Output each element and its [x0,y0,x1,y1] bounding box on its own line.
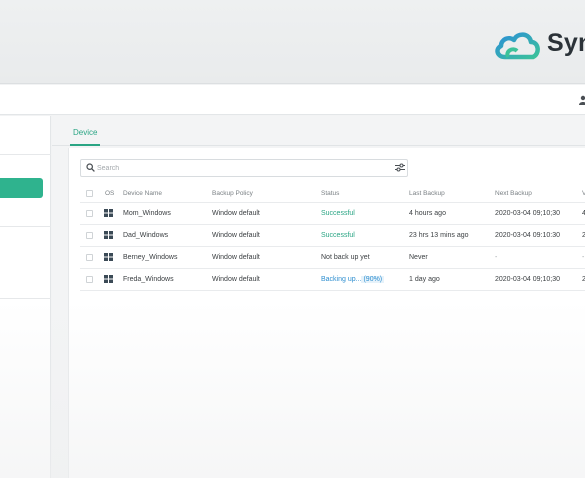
device-name[interactable]: Dad_Windows [123,231,168,240]
row-checkbox[interactable] [86,254,93,261]
column-header-next-backup[interactable]: Next Backup [495,189,532,198]
status-progress-badge: Backing up... (90%) [321,275,385,284]
sidebar-item-active[interactable] [0,178,43,198]
device-name[interactable]: Freda_Windows [123,275,174,284]
backup-policy: Window default [212,232,260,239]
windows-icon [104,209,113,217]
version: - [582,254,585,261]
sidebar [0,116,51,478]
status-text: Not back up yet [321,254,370,261]
windows-icon [104,253,113,261]
sidebar-divider [0,154,51,155]
status-text: Successful [321,232,355,239]
device-name[interactable]: Mom_Windows [123,209,171,218]
cloud-logo-icon [495,32,540,60]
progress-percent: (90%) [361,276,385,283]
table-divider [80,268,585,269]
column-header-last-backup[interactable]: Last Backup [409,189,445,198]
last-backup: 1 day ago [409,276,440,283]
search-icon [86,163,95,172]
filter-icon[interactable] [395,163,405,172]
column-header-backup-policy[interactable]: Backup Policy [212,189,253,198]
status-text: Successful [321,210,355,217]
search-box[interactable] [80,159,408,177]
brand-name: Syn [547,29,585,57]
backup-policy: Window default [212,210,260,217]
table-divider [80,224,585,225]
column-header-os[interactable]: OS [105,189,114,198]
table-divider [80,202,585,203]
next-backup: 2020-03-04 09:10:30 [495,232,560,239]
sub-header-bar [0,85,585,115]
search-input[interactable] [97,162,387,174]
backup-policy: Window default [212,254,260,261]
top-bar: Syn [0,0,585,84]
last-backup: 23 hrs 13 mins ago [409,232,469,239]
row-checkbox[interactable] [86,210,93,217]
next-backup: 2020-03-04 09;10;30 [495,276,560,283]
next-backup: - [495,254,498,261]
column-header-status[interactable]: Status [321,189,339,198]
sidebar-divider [0,298,51,299]
device-name[interactable]: Berney_Windows [123,253,177,262]
status-text: Backing up... [321,276,362,283]
windows-icon [104,275,113,283]
table-divider [80,246,585,247]
column-header-device-name[interactable]: Device Name [123,189,162,198]
last-backup: 4 hours ago [409,210,446,217]
row-checkbox[interactable] [86,276,93,283]
windows-icon [104,231,113,239]
tab-bar [52,116,585,146]
table-divider [80,290,585,291]
sidebar-divider [0,226,51,227]
last-backup: Never [409,254,428,261]
next-backup: 2020-03-04 09;10;30 [495,210,560,217]
tab-device[interactable]: Device [70,126,101,146]
select-all-checkbox[interactable] [86,190,93,197]
backup-policy: Window default [212,276,260,283]
user-icon[interactable] [578,95,585,105]
row-checkbox[interactable] [86,232,93,239]
